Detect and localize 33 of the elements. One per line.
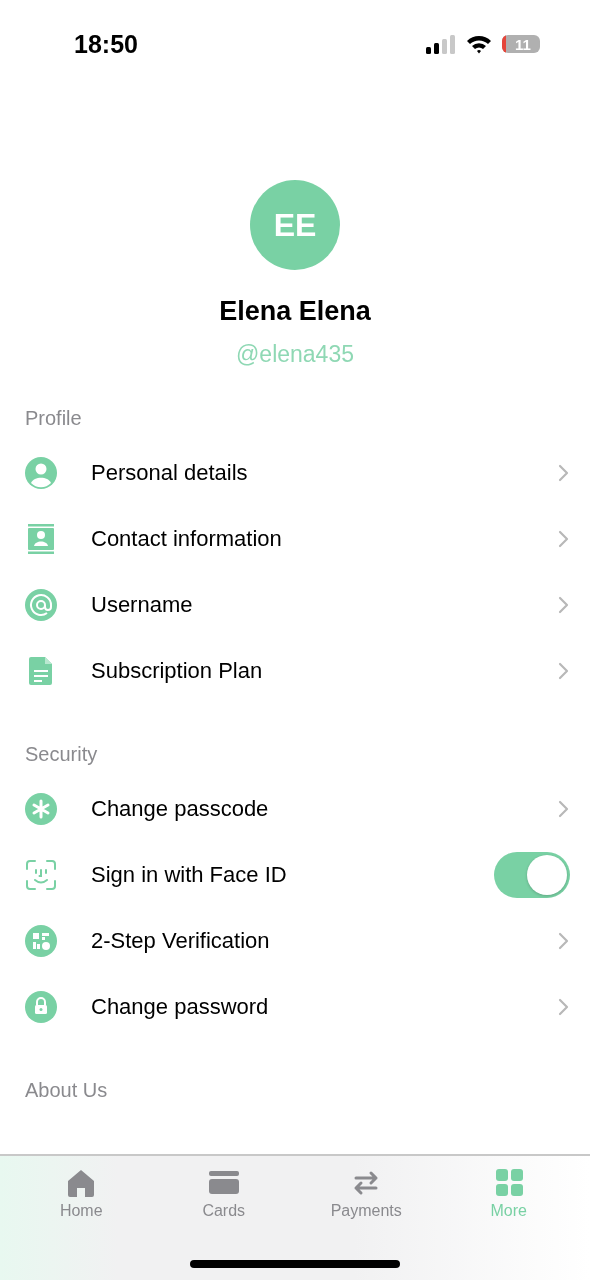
battery-icon: 11 [502,35,540,53]
menu-item-label[interactable]: Contact information [91,526,558,552]
chevron-right-icon[interactable] [558,596,570,614]
menu-item-label[interactable]: Subscription Plan [91,658,558,684]
signal-icon [426,34,456,54]
section-title: Profile [25,405,83,431]
chevron-right-icon[interactable] [558,662,570,680]
avatar: EE [250,180,340,270]
asterisk-icon [25,793,57,825]
chevron-right-icon[interactable] [558,932,570,950]
section-title: Security [25,741,99,767]
toggle-switch[interactable] [494,852,570,898]
menu-item-label[interactable]: Personal details [91,460,558,486]
chevron-right-icon[interactable] [558,464,570,482]
menu-item-label[interactable]: Change passcode [91,796,558,822]
contact-card-icon [25,523,57,555]
menu-item-label[interactable]: 2-Step Verification [91,928,558,954]
menu-item-label[interactable]: Change password [91,994,558,1020]
username: @elena435 [236,341,354,368]
section-title: About Us [25,1077,109,1103]
menu-item-label[interactable]: Sign in with Face ID [91,862,494,888]
person-icon [25,457,57,489]
at-sign-icon [25,589,57,621]
chevron-right-icon[interactable] [558,800,570,818]
wifi-icon [466,34,492,54]
qr-code-icon [25,925,57,957]
face-scan-icon [25,859,57,891]
chevron-right-icon[interactable] [558,998,570,1016]
user-name: Elena Elena [219,296,371,327]
lock-icon [25,991,57,1023]
chevron-right-icon[interactable] [558,530,570,548]
status-time: 18:50 [74,29,138,59]
menu-item-label[interactable]: Username [91,592,558,618]
